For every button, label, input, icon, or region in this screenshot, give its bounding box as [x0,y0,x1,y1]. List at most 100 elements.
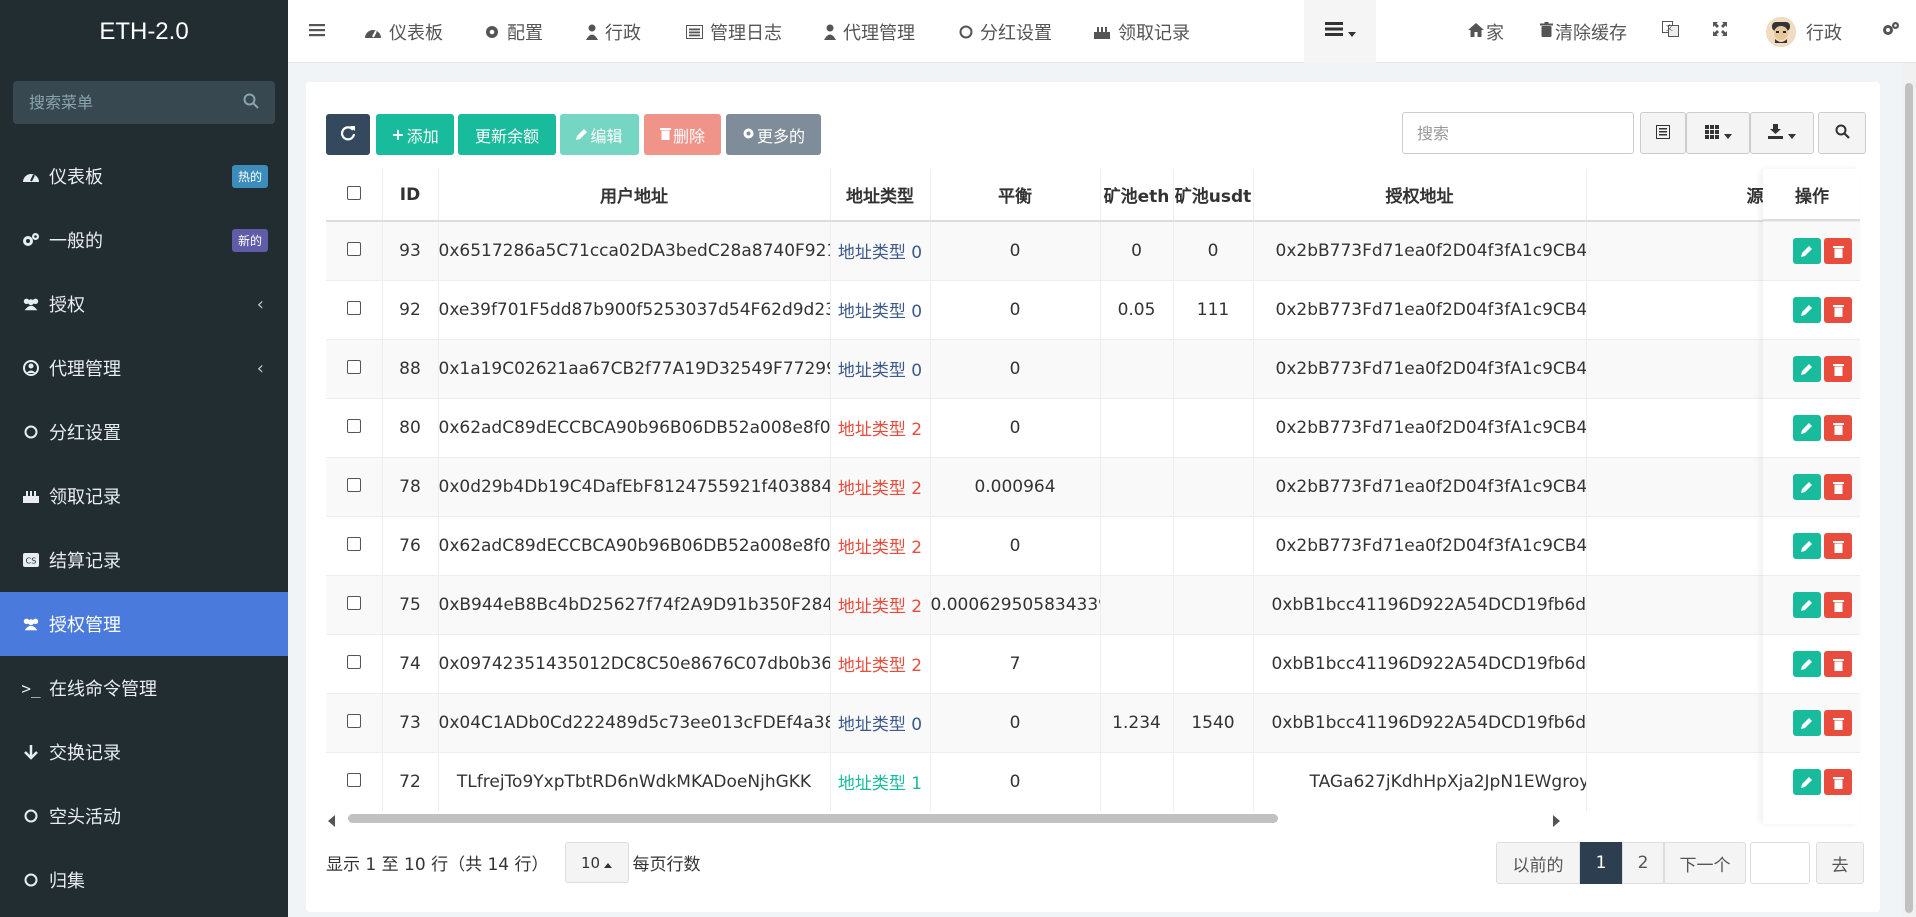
row-checkbox[interactable] [346,654,361,669]
row-edit-button[interactable] [1793,710,1821,736]
row-delete-button[interactable] [1824,651,1852,677]
row-delete-button[interactable] [1824,415,1852,441]
table-search-input[interactable] [1402,112,1634,154]
sidebar-item-auth-management[interactable]: 授权管理 [0,592,288,656]
row-checkbox[interactable] [346,477,361,492]
horizontal-scrollbar[interactable] [326,810,1860,827]
row-delete-button[interactable] [1824,297,1852,323]
sidebar-item-agent-management[interactable]: 代理管理 ‹ [0,336,288,400]
advanced-search-button[interactable] [1818,112,1866,154]
row-delete-button[interactable] [1824,474,1852,500]
row-edit-button[interactable] [1793,356,1821,382]
topnav-admin-log[interactable]: 管理日志 [686,0,782,63]
columns-dropdown[interactable] [1686,112,1750,154]
sidebar-item-exchange-records[interactable]: 交换记录 [0,720,288,784]
topnav-agent-management[interactable]: 代理管理 [824,0,915,63]
sidebar-toggle-button[interactable] [309,0,325,63]
topnav-dividend-settings[interactable]: 分红设置 [959,0,1052,63]
row-delete-button[interactable] [1824,238,1852,264]
edit-button[interactable]: 编辑 [560,114,639,155]
row-checkbox[interactable] [346,241,361,256]
column-header[interactable]: 矿池eth [1100,169,1174,222]
add-button[interactable]: + 添加 [376,114,454,155]
row-edit-button[interactable] [1793,415,1821,441]
clear-cache-button[interactable]: 清除缓存 [1540,0,1627,63]
row-delete-button[interactable] [1824,533,1852,559]
topnav-claim-records[interactable]: 领取记录 [1093,0,1190,63]
user-menu[interactable]: 行政 [1766,0,1842,63]
topnav-config[interactable]: 配置 [484,0,543,63]
scrollbar-thumb[interactable] [1905,83,1913,913]
sidebar-item-online-command[interactable]: >_ 在线命令管理 [0,656,288,720]
next-page-button[interactable]: 下一个 [1664,842,1746,884]
brand-logo[interactable]: ETH-2.0 [0,0,288,64]
row-edit-button[interactable] [1793,592,1821,618]
row-edit-button[interactable] [1793,533,1821,559]
fullscreen-button[interactable] [1712,0,1728,63]
row-checkbox[interactable] [346,713,361,728]
jump-page-input[interactable] [1750,842,1810,884]
sidebar-item-settlement-records[interactable]: CS 结算记录 [0,528,288,592]
scrollbar-thumb[interactable] [348,814,1278,823]
table-row[interactable]: 740x09742351435012DC8C50e8676C07db0b3686… [326,633,1860,693]
row-checkbox[interactable] [346,300,361,315]
table-row[interactable]: 730x04C1ADb0Cd222489d5c73ee013cFDEf4a387… [326,692,1860,752]
settings-button[interactable] [1882,0,1900,63]
page-1-button[interactable]: 1 [1580,842,1622,884]
sidebar-item-airdrop[interactable]: 空头活动 [0,784,288,848]
home-link[interactable]: 家 [1468,0,1504,63]
row-checkbox[interactable] [346,595,361,610]
sidebar-item-dashboard[interactable]: 仪表板 热的 [0,144,288,208]
table-row[interactable]: 750xB944eB8Bc4bD25627f74f2A9D91b350F2841… [326,574,1860,634]
table-row[interactable]: 920xe39f701F5dd87b900f5253037d54F62d9d23… [326,279,1860,339]
column-header[interactable]: ID [382,169,439,222]
sidebar-item-claim-records[interactable]: 领取记录 [0,464,288,528]
topnav-admin[interactable]: 行政 [586,0,641,63]
row-checkbox[interactable] [346,772,361,787]
select-all-checkbox[interactable] [346,185,361,200]
refresh-button[interactable] [326,114,370,155]
row-delete-button[interactable] [1824,769,1852,795]
vertical-scrollbar[interactable] [1902,63,1916,917]
table-row[interactable]: 780x0d29b4Db19C4DafEbF8124755921f403884a… [326,456,1860,516]
sidebar-item-collect[interactable]: 归集 [0,848,288,912]
column-header[interactable]: 矿池usdt [1173,169,1254,222]
row-checkbox[interactable] [346,418,361,433]
more-button[interactable]: 更多的 [726,114,821,155]
row-edit-button[interactable] [1793,651,1821,677]
sidebar-item-general[interactable]: 一般的 新的 [0,208,288,272]
column-header[interactable]: 地址类型 [830,169,931,222]
update-balance-button[interactable]: 更新余额 [458,114,556,155]
toggle-view-button[interactable] [1640,112,1686,154]
search-icon[interactable] [243,93,259,113]
table-row[interactable]: 72 TLfrejTo9YxpTbtRD6nWdkMKADoeNjhGKK 地址类型… [326,751,1860,811]
topnav-dashboard[interactable]: 仪表板 [364,0,443,63]
table-row[interactable]: 880x1a19C02621aa67CB2f77A19D32549F772998… [326,338,1860,398]
column-header[interactable]: 用户地址 [438,169,831,222]
table-row[interactable]: 760x62adC89dECCBCA90b96B06DB52a008e8f03E… [326,515,1860,575]
menu-search-input[interactable] [13,81,275,124]
prev-page-button[interactable]: 以前的 [1496,842,1580,884]
row-checkbox[interactable] [346,359,361,374]
row-delete-button[interactable] [1824,356,1852,382]
export-dropdown[interactable] [1750,112,1814,154]
row-edit-button[interactable] [1793,474,1821,500]
row-edit-button[interactable] [1793,238,1821,264]
table-row[interactable]: 800x62adC89dECCBCA90b96B06DB52a008e8f03E… [326,397,1860,457]
scroll-right-arrow[interactable] [1552,812,1560,831]
go-button[interactable]: 去 [1816,842,1864,884]
row-checkbox[interactable] [346,536,361,551]
page-2-button[interactable]: 2 [1622,842,1664,884]
column-header[interactable]: 平衡 [930,169,1101,222]
sidebar-item-auth[interactable]: 授权 ‹ [0,272,288,336]
more-menu-dropdown[interactable] [1304,0,1376,63]
row-delete-button[interactable] [1824,592,1852,618]
column-header[interactable]: 授权地址 [1253,169,1587,222]
table-row[interactable]: 930x6517286a5C71cca02DA3bedC28a8740F921c… [326,220,1860,280]
page-size-select[interactable]: 10 [564,842,629,883]
delete-button[interactable]: 删除 [644,114,721,155]
translate-button[interactable]: 文 [1662,0,1679,63]
row-edit-button[interactable] [1793,769,1821,795]
row-edit-button[interactable] [1793,297,1821,323]
scroll-left-arrow[interactable] [328,812,336,831]
